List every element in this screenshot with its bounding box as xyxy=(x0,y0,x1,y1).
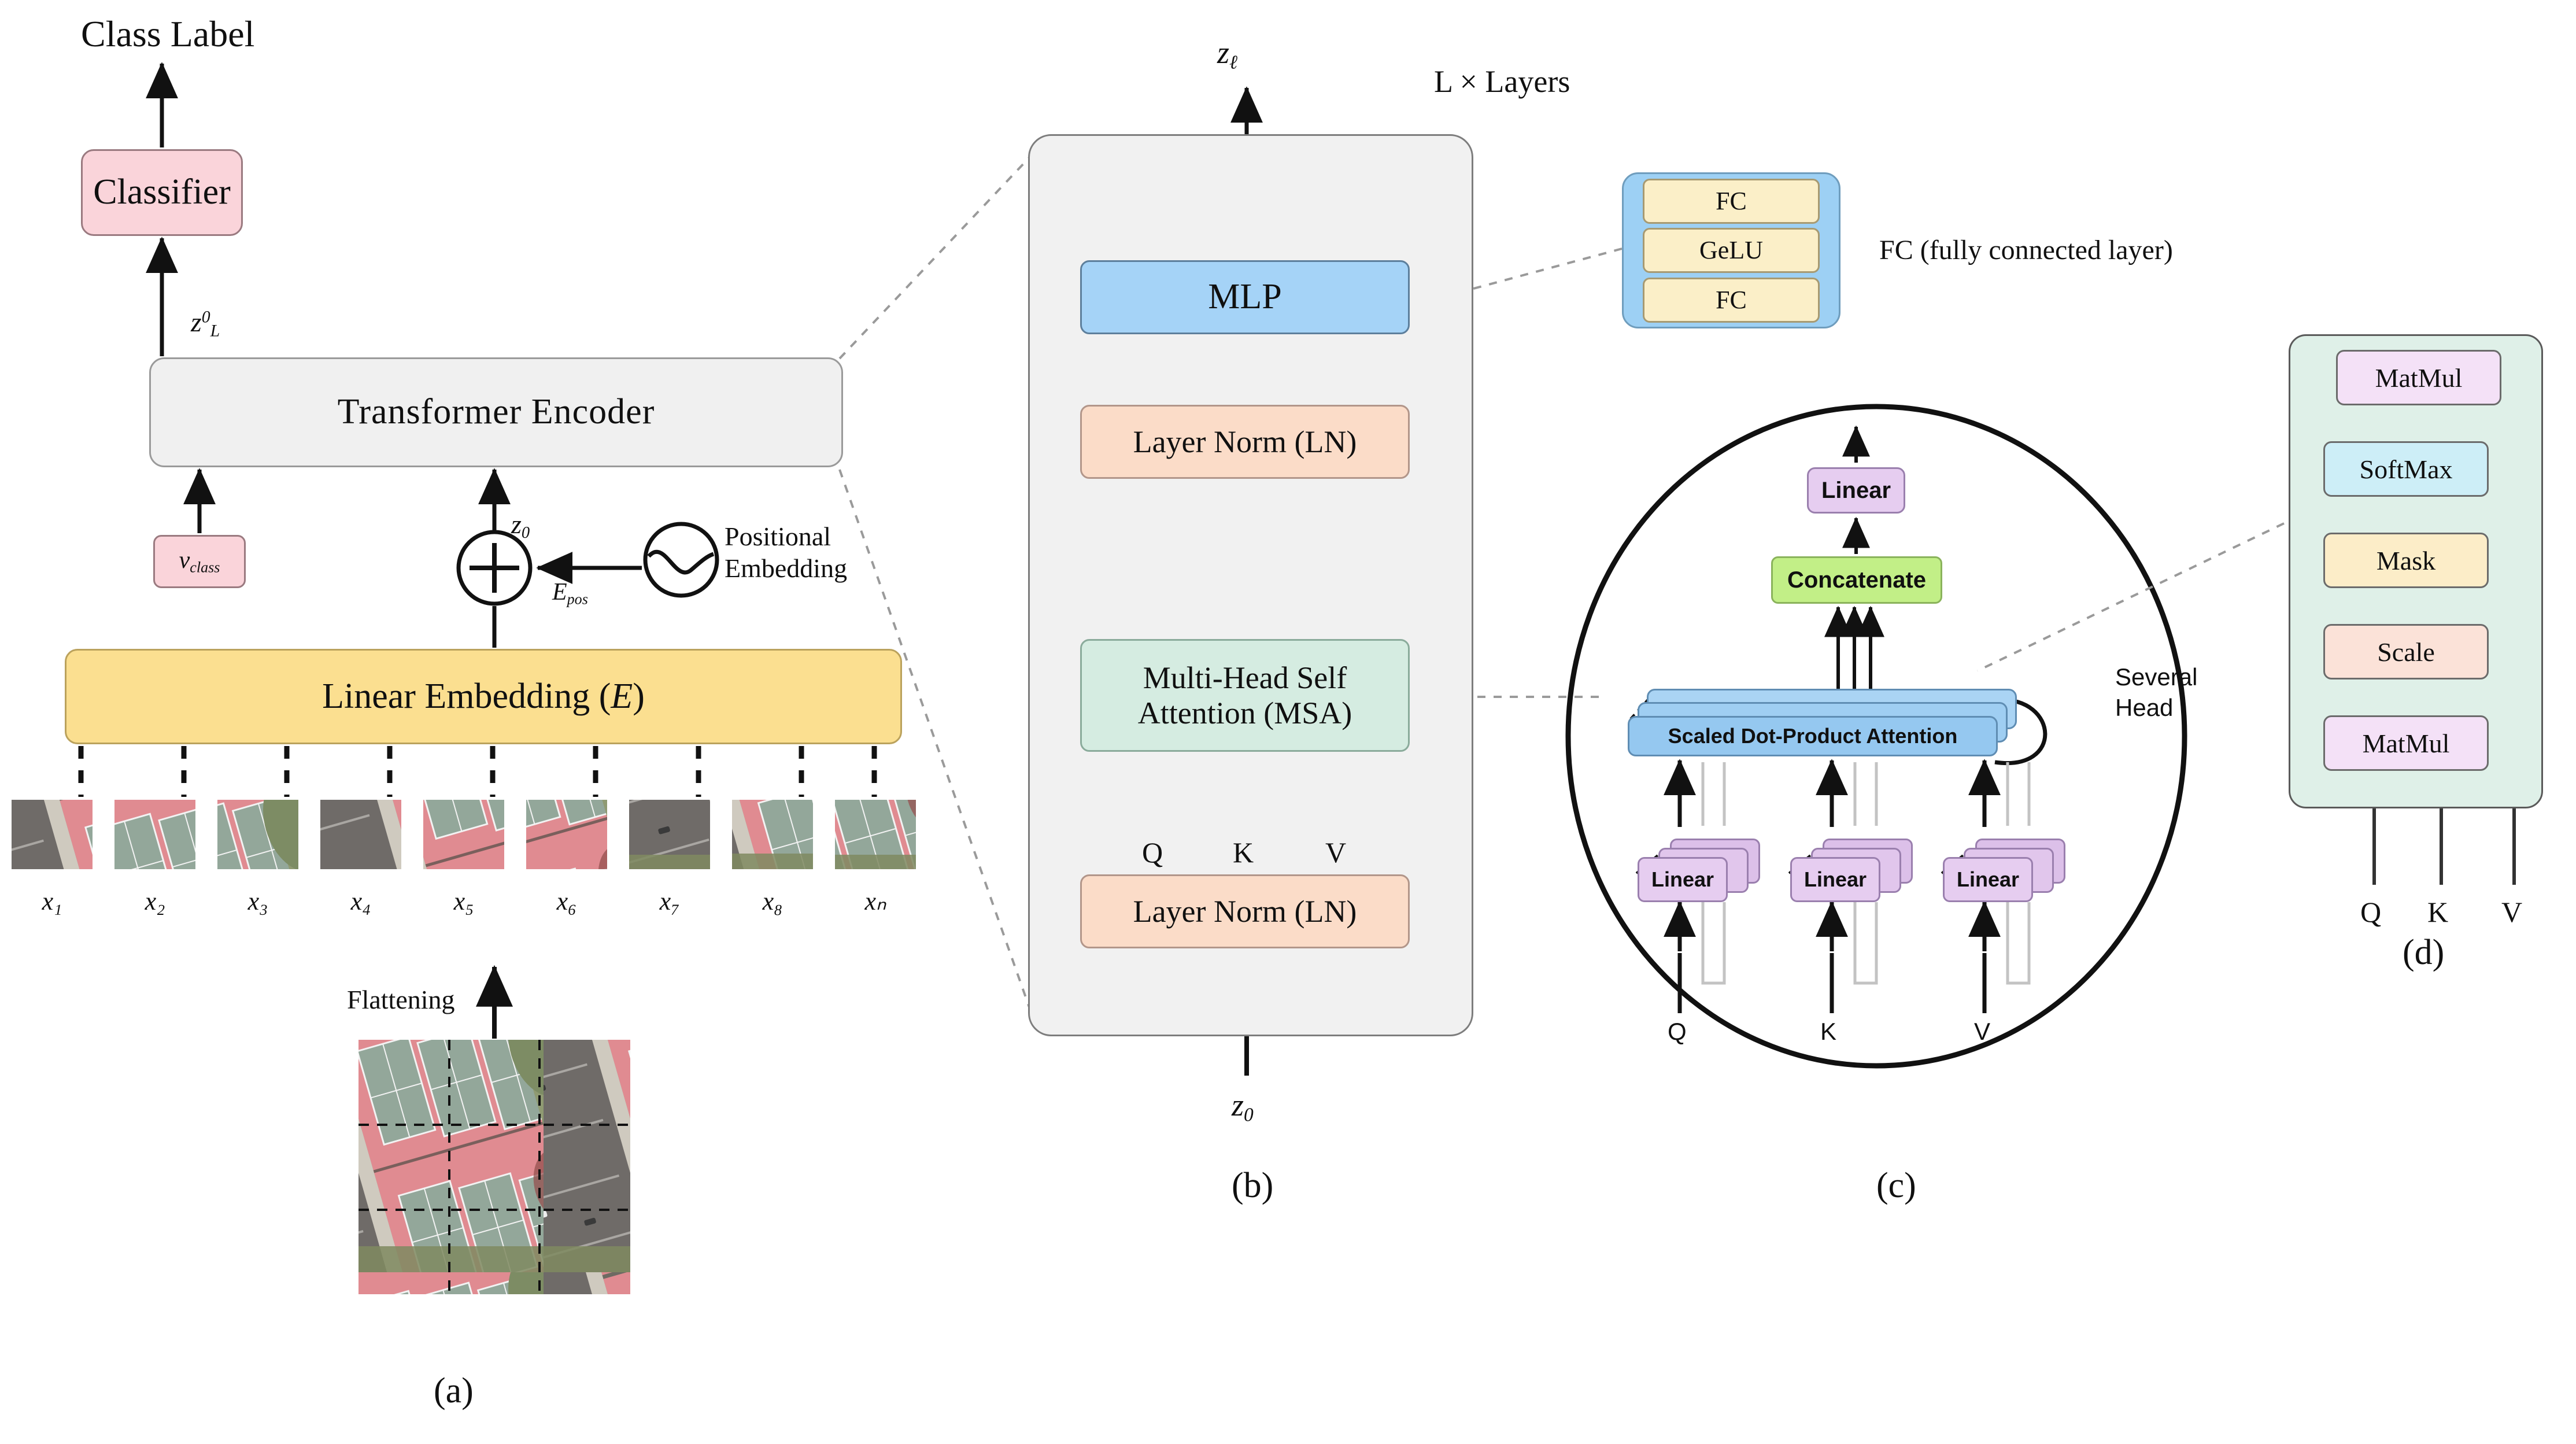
mlp-box[interactable]: MLP xyxy=(1080,260,1410,334)
figure-canvas: Class Label Classifier z0L Transformer E… xyxy=(0,0,2576,1444)
patch-label: xₙ xyxy=(864,887,886,915)
msa-label-line2: Attention (MSA) xyxy=(1137,695,1352,730)
patch-label: x₇ xyxy=(659,887,680,915)
class-label-text: Class Label xyxy=(81,13,255,54)
l-times-layers-label: L × Layers xyxy=(1434,64,1570,99)
flattening-label: Flattening xyxy=(347,985,455,1014)
patch-label: x₆ xyxy=(556,887,577,915)
e-pos-label: Epos xyxy=(552,579,588,608)
patch-label: x₄ xyxy=(350,887,371,915)
patch-label: x₂ xyxy=(145,887,165,915)
transformer-encoder-box[interactable]: Transformer Encoder xyxy=(149,357,843,467)
v-label-panel-b: V xyxy=(1325,836,1347,869)
msa-label-line1: Multi-Head Self xyxy=(1143,660,1347,696)
linear-v-label: Linear xyxy=(1956,867,2020,891)
linear-k-box[interactable]: Linear xyxy=(1790,857,1880,902)
fc-item-gelu[interactable]: GeLU xyxy=(1643,228,1820,273)
fc-legend-caption: FC (fully connected layer) xyxy=(1879,235,2173,265)
patch-label: x₈ xyxy=(762,887,783,915)
layer-norm-bottom-label: Layer Norm (LN) xyxy=(1133,893,1357,929)
panel-c-caption: (c) xyxy=(1876,1166,1916,1205)
scaled-dot-product-attention-box[interactable]: Scaled Dot-Product Attention xyxy=(1628,716,1998,756)
matmul-top-box[interactable]: MatMul xyxy=(2336,350,2501,405)
patch-label: x₅ xyxy=(453,887,474,915)
q-label-panel-b: Q xyxy=(1142,836,1163,869)
linear-k-label: Linear xyxy=(1803,867,1867,891)
fc-legend-container: FC GeLU FC xyxy=(1622,172,1840,328)
z-L-0-label: z0L xyxy=(191,307,220,341)
z0-label-panel-a: z0 xyxy=(511,509,530,542)
positional-embedding-label: Positional Embedding xyxy=(725,522,848,583)
linear-embedding-box[interactable]: Linear Embedding (E) xyxy=(65,649,902,744)
layer-norm-top-box[interactable]: Layer Norm (LN) xyxy=(1080,405,1410,479)
patch-label: x₁ xyxy=(42,887,62,915)
transformer-encoder-label: Transformer Encoder xyxy=(337,392,655,432)
concatenate-box[interactable]: Concatenate xyxy=(1771,556,1942,604)
msa-box[interactable]: Multi-Head Self Attention (MSA) xyxy=(1080,639,1410,752)
layer-norm-top-label: Layer Norm (LN) xyxy=(1133,424,1357,459)
v-input-label-panel-d: V xyxy=(2501,896,2523,928)
matmul-bottom-box[interactable]: MatMul xyxy=(2323,715,2489,771)
v-input-label-panel-c: V xyxy=(1974,1018,1991,1045)
panel-b-caption: (b) xyxy=(1232,1166,1274,1205)
sdpa-label: Scaled Dot-Product Attention xyxy=(1668,723,1958,748)
z-ell-label: zℓ xyxy=(1217,35,1237,73)
mask-box[interactable]: Mask xyxy=(2323,533,2489,588)
scale-box[interactable]: Scale xyxy=(2323,624,2489,679)
softmax-box[interactable]: SoftMax xyxy=(2323,441,2489,497)
classifier-box[interactable]: Classifier xyxy=(81,149,243,236)
fc-item-fc-bottom[interactable]: FC xyxy=(1643,277,1820,323)
q-input-label-panel-c: Q xyxy=(1668,1018,1687,1045)
k-input-label-panel-d: K xyxy=(2427,896,2449,928)
linear-embedding-label: Linear Embedding (E) xyxy=(322,676,645,716)
fc-item-fc-top[interactable]: FC xyxy=(1643,178,1820,224)
panel-d-caption: (d) xyxy=(2403,933,2445,972)
patch-label: x₃ xyxy=(247,887,268,915)
linear-output-label: Linear xyxy=(1821,477,1891,503)
k-input-label-panel-c: K xyxy=(1820,1018,1837,1045)
concatenate-label: Concatenate xyxy=(1787,567,1927,593)
classifier-label: Classifier xyxy=(93,172,231,212)
linear-q-label: Linear xyxy=(1651,867,1714,891)
q-input-label-panel-d: Q xyxy=(2360,896,2382,928)
layer-norm-bottom-box[interactable]: Layer Norm (LN) xyxy=(1080,874,1410,948)
panel-a-caption: (a) xyxy=(434,1371,474,1410)
v-class-label: vclass xyxy=(179,547,220,576)
v-class-token-box[interactable]: vclass xyxy=(153,535,246,588)
z0-input-label-panel-b: z0 xyxy=(1232,1088,1254,1126)
k-label-panel-b: K xyxy=(1233,836,1254,869)
linear-q-box[interactable]: Linear xyxy=(1638,857,1728,902)
linear-output-box-panel-c[interactable]: Linear xyxy=(1807,467,1905,514)
several-head-label: Several Head xyxy=(2115,663,2198,721)
linear-v-box[interactable]: Linear xyxy=(1943,857,2033,902)
mlp-label: MLP xyxy=(1208,277,1282,317)
